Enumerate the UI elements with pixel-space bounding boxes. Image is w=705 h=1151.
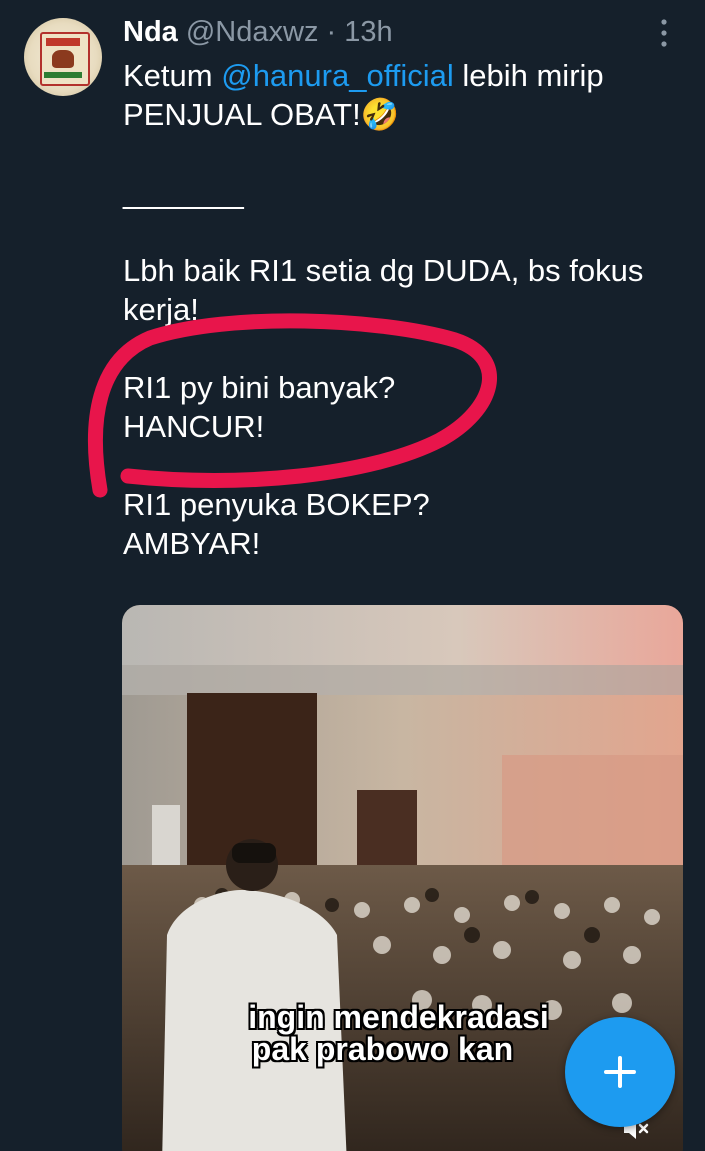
author-handle[interactable]: @Ndaxwz xyxy=(186,16,319,48)
tweet-divider: _______ xyxy=(123,175,244,210)
tweet-paragraph-3-line-1: RI1 py bini banyak? xyxy=(123,370,396,405)
tweet-text: Ketum @hanura_official lebih mirip PENJU… xyxy=(123,56,693,563)
mention-link[interactable]: @hanura_official xyxy=(221,58,454,93)
tweet-line-2: PENJUAL OBAT!🤣 xyxy=(123,97,400,132)
tweet-paragraph-2: Lbh baik RI1 setia dg DUDA, bs fokus ker… xyxy=(123,253,644,327)
avatar[interactable] xyxy=(24,18,102,96)
tweet-paragraph-4-line-1: RI1 penyuka BOKEP? xyxy=(123,487,430,522)
compose-button[interactable] xyxy=(565,1017,675,1127)
tweet-paragraph-3-line-2: HANCUR! xyxy=(123,409,265,444)
header-separator: · xyxy=(326,16,337,48)
tweet-time[interactable]: 13h xyxy=(344,16,392,48)
more-vertical-icon[interactable] xyxy=(656,18,672,48)
tweet-line-1: Ketum @hanura_official lebih mirip xyxy=(123,58,604,93)
tweet-header: Nda @Ndaxwz · 13h xyxy=(123,14,393,50)
plus-icon xyxy=(604,1056,636,1088)
author-name[interactable]: Nda xyxy=(123,16,178,48)
tweet-paragraph-4-line-2: AMBYAR! xyxy=(123,526,261,561)
tweet-screen: Nda @Ndaxwz · 13h Ketum @hanura_official… xyxy=(0,0,705,1151)
